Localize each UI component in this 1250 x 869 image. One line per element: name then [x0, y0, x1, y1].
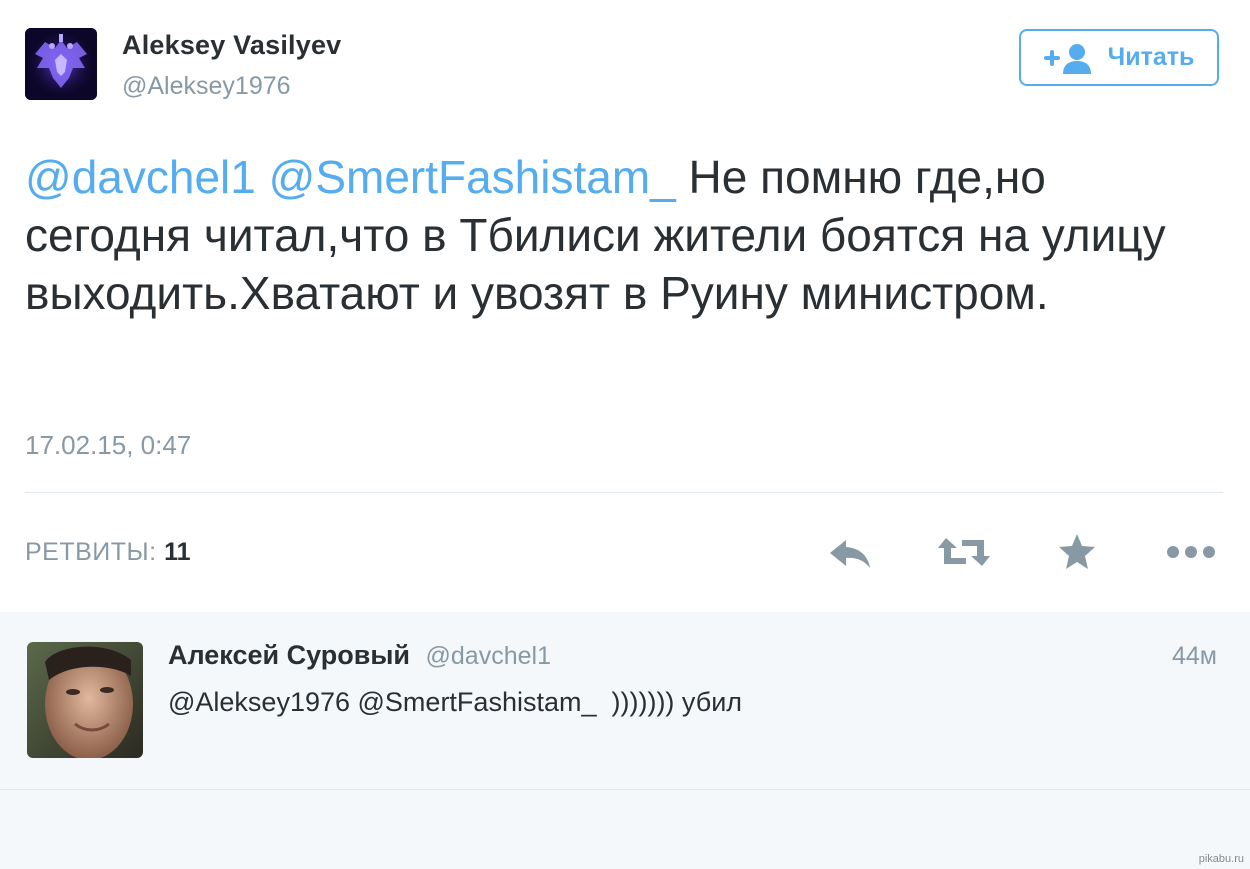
tweet-page: Aleksey Vasilyev @Aleksey1976 Читать @da…	[0, 0, 1250, 869]
retweet-count-label: РЕТВИТЫ:	[25, 538, 157, 566]
reply-avatar[interactable]	[27, 642, 143, 758]
reply-icon	[830, 540, 870, 568]
tweet-text: @davchel1 @SmertFashistam_ Не помню где,…	[25, 148, 1215, 322]
follow-button[interactable]: Читать	[1019, 29, 1219, 86]
reply-text: @Aleksey1976 @SmertFashistam_ ))))))) уб…	[168, 687, 743, 717]
author-name[interactable]: Aleksey Vasilyev	[122, 30, 341, 61]
more-button[interactable]	[1165, 530, 1217, 574]
divider	[25, 492, 1223, 493]
reply-tweet[interactable]: Алексей Суровый @davchel1 44м @Aleksey19…	[0, 612, 1250, 790]
user-photo-icon	[27, 642, 143, 758]
reply-author-name: Алексей Суровый	[168, 640, 410, 670]
more-icon	[1167, 546, 1215, 558]
reply-time[interactable]: 44м	[1172, 642, 1217, 671]
retweet-count[interactable]: РЕТВИТЫ: 11	[25, 538, 191, 567]
follow-label: Читать	[1107, 43, 1195, 71]
retweet-button[interactable]	[936, 530, 992, 574]
reply-author[interactable]: Алексей Суровый @davchel1	[168, 640, 551, 671]
main-tweet: Aleksey Vasilyev @Aleksey1976 Читать @da…	[0, 0, 1250, 613]
author-handle[interactable]: @Aleksey1976	[122, 72, 291, 101]
favorite-icon	[1059, 534, 1095, 569]
add-user-icon	[1043, 43, 1091, 74]
coat-of-arms-icon	[25, 28, 97, 100]
mention-link[interactable]: @SmertFashistam_	[269, 151, 676, 203]
reply-author-handle: @davchel1	[425, 642, 551, 670]
watermark: pikabu.ru	[1198, 853, 1244, 865]
retweet-count-value: 11	[164, 538, 191, 566]
reply-button[interactable]	[826, 530, 874, 574]
mention-link[interactable]: @davchel1	[25, 151, 256, 203]
tweet-timestamp[interactable]: 17.02.15, 0:47	[25, 430, 191, 461]
retweet-icon	[938, 538, 990, 566]
favorite-button[interactable]	[1057, 530, 1097, 574]
author-avatar[interactable]	[25, 28, 97, 100]
